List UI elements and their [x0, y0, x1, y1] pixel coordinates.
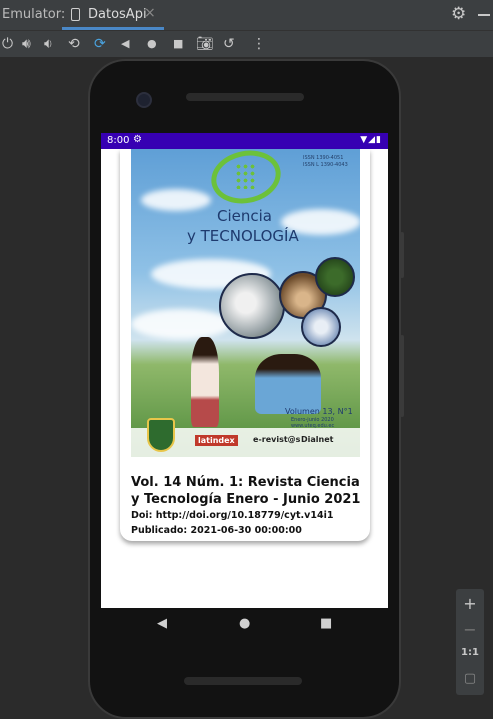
- zoom-out-icon[interactable]: −: [456, 620, 484, 639]
- woman-figure: [255, 354, 321, 414]
- status-icons: ▼◢▮: [360, 135, 382, 145]
- nav-home-icon[interactable]: ●: [239, 616, 250, 631]
- journal-published-date: Publicado: 2021-06-30 00:00:00: [131, 525, 302, 536]
- cover-title-line2: y TECNOLOGÍA: [187, 227, 299, 245]
- settings-gear-icon[interactable]: ⚙: [451, 4, 466, 24]
- tab-datosapi[interactable]: DatosApi ×: [62, 0, 164, 30]
- status-bar: 8:00 ⚙ ▼◢▮: [101, 133, 388, 149]
- back-icon[interactable]: ◀: [121, 35, 129, 53]
- nav-back-icon[interactable]: ◀: [157, 616, 167, 631]
- erevistas-logo: e-revist@s: [253, 435, 301, 444]
- status-gear-icon: ⚙: [133, 134, 142, 145]
- status-time: 8:00: [107, 135, 130, 146]
- cover-title-line1: Ciencia: [217, 207, 272, 225]
- latindex-logo: latindex: [195, 435, 238, 446]
- volume-up-icon[interactable]: 🔊︎: [22, 35, 31, 53]
- minimize-icon[interactable]: [478, 14, 490, 16]
- screenshot-icon[interactable]: 📷︎: [196, 35, 214, 53]
- journal-doi: Doi: http://doi.org/10.18779/cyt.v14i1: [131, 510, 334, 521]
- emulator-tab-bar: Emulator: DatosApi × ⚙: [0, 0, 493, 31]
- speaker-grille-bottom: [184, 677, 302, 685]
- lab-photo-circle: [219, 273, 285, 339]
- emulator-label: Emulator:: [2, 7, 66, 22]
- more-icon[interactable]: ⋮: [252, 35, 266, 53]
- journal-logo-dots: [235, 163, 257, 189]
- nav-recents-icon[interactable]: ■: [320, 616, 332, 631]
- power-icon[interactable]: ⏻: [2, 35, 13, 53]
- tab-label: DatosApi: [88, 7, 147, 22]
- volume-rocker[interactable]: [400, 335, 404, 417]
- microscope-photo-circle: [301, 307, 341, 347]
- journal-cover-image: ISSN 1390-4051 ISSN L 1390-4043 Ciencia …: [131, 149, 360, 457]
- replay-icon[interactable]: ↺: [223, 35, 235, 53]
- device-screen: 8:00 ⚙ ▼◢▮ ISSN 1390-4051 ISSN L 1390-40…: [101, 133, 388, 608]
- rotate-left-icon[interactable]: ⟲: [68, 35, 80, 53]
- camera-icon: [136, 92, 152, 108]
- index-logos-strip: latindex e-revist@s Dialnet: [131, 418, 360, 457]
- volume-label: Volumen 13, N°1: [285, 407, 353, 416]
- android-nav-bar: ◀ ● ■: [101, 608, 388, 644]
- device-icon: [71, 8, 80, 21]
- zoom-panel: + − 1:1 ▢: [456, 589, 484, 695]
- home-icon[interactable]: ●: [147, 35, 157, 53]
- volume-down-icon[interactable]: 🔉︎: [44, 35, 53, 53]
- journal-card[interactable]: ISSN 1390-4051 ISSN L 1390-4043 Ciencia …: [120, 149, 370, 541]
- speaker-grille: [186, 93, 304, 101]
- close-tab-icon[interactable]: ×: [144, 5, 156, 21]
- emulator-toolbar: ⏻ 🔊︎ 🔉︎ ⟲ ⟳ ◀ ● ■ 📷︎ ↺ ⋮: [0, 31, 493, 57]
- overview-icon[interactable]: ■: [173, 35, 183, 53]
- issn-text: ISSN 1390-4051 ISSN L 1390-4043: [303, 155, 348, 168]
- zoom-in-icon[interactable]: +: [456, 594, 484, 613]
- plants-photo-circle: [315, 257, 355, 297]
- actual-size-button[interactable]: 1:1: [456, 647, 484, 658]
- dialnet-logo: Dialnet: [301, 435, 334, 444]
- power-button[interactable]: [400, 232, 404, 278]
- girl-figure: [191, 337, 219, 427]
- fit-screen-icon[interactable]: ▢: [456, 671, 484, 686]
- journal-title: Vol. 14 Núm. 1: Revista Ciencia y Tecnol…: [131, 475, 361, 507]
- university-seal-icon: [147, 418, 175, 452]
- rotate-right-icon[interactable]: ⟳: [94, 35, 106, 53]
